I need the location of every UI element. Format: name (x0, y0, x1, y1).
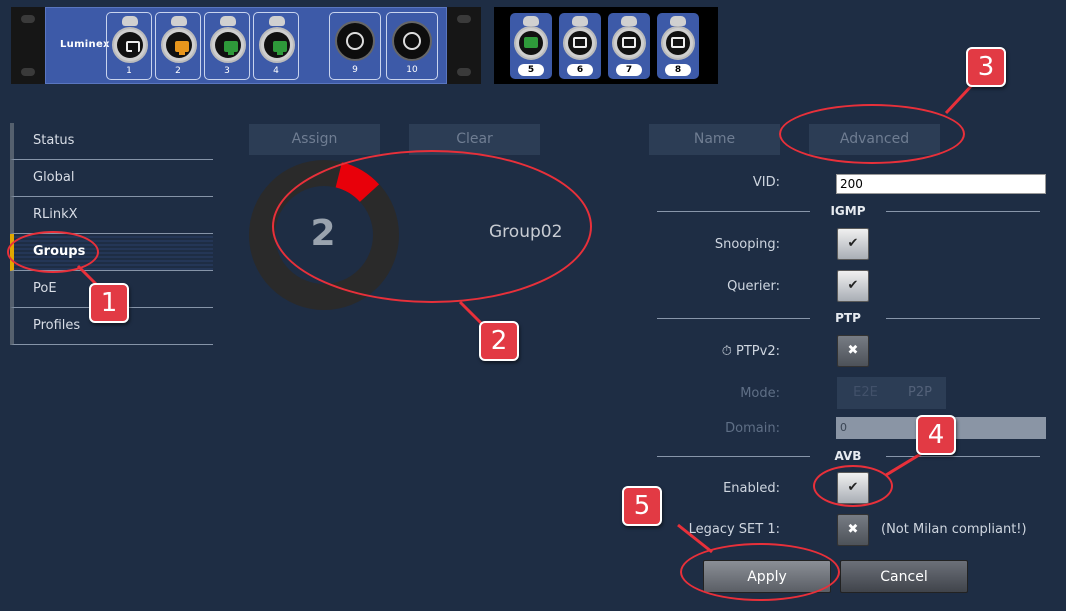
callout-2: 2 (479, 321, 519, 361)
pointer-line-5 (677, 523, 713, 554)
callout-1: 1 (89, 283, 129, 323)
pointer-line-4 (885, 450, 925, 477)
callout-4: 4 (916, 415, 956, 455)
callout-5: 5 (622, 486, 662, 526)
annotation-pointer-lines (76, 80, 977, 554)
callout-3: 3 (966, 47, 1006, 87)
